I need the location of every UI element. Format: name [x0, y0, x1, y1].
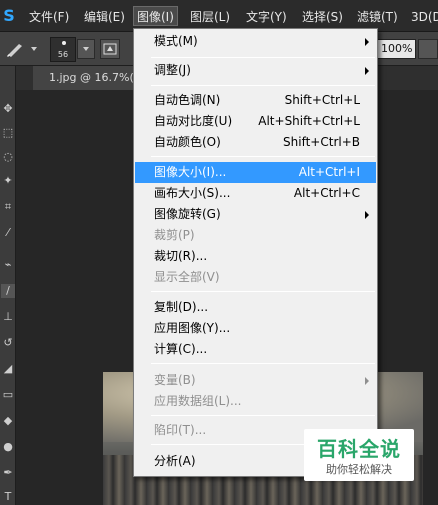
history-brush-tool-icon[interactable]: ↺: [1, 336, 15, 350]
brush-dropdown-button[interactable]: [77, 39, 95, 59]
menu-item-auto-color[interactable]: 自动颜色(O) Shift+Ctrl+B: [135, 132, 376, 153]
menu-image[interactable]: 图像(I): [133, 6, 178, 26]
menu-item-auto-contrast[interactable]: 自动对比度(U) Alt+Shift+Ctrl+L: [135, 111, 376, 132]
menu-item-canvas-size[interactable]: 画布大小(S)... Alt+Ctrl+C: [135, 183, 376, 204]
menu-item-calculations[interactable]: 计算(C)...: [135, 339, 376, 360]
eyedropper-tool-icon[interactable]: ⁄: [1, 226, 15, 240]
menu-type[interactable]: 文字(Y): [246, 7, 287, 27]
menu-item-adjustments[interactable]: 调整(J): [135, 60, 376, 81]
flow-zoom-field[interactable]: 100%: [376, 39, 416, 59]
menu-file[interactable]: 文件(F): [29, 7, 69, 27]
menu-separator: [151, 156, 375, 157]
menu-layer[interactable]: 图层(L): [190, 7, 230, 27]
menu-item-apply-data-set[interactable]: 应用数据组(L)...: [135, 391, 376, 412]
crop-tool-icon[interactable]: ⌗: [1, 200, 15, 214]
brush-size-value: 56: [57, 50, 69, 59]
brush-preset-caret-icon[interactable]: [31, 47, 37, 51]
move-tool-icon[interactable]: ✥: [1, 102, 15, 116]
brush-panel-toggle-button[interactable]: [100, 39, 120, 59]
marquee-tool-icon[interactable]: ⬚: [1, 126, 15, 140]
healing-brush-tool-icon[interactable]: ⌁: [1, 258, 15, 272]
blur-tool-icon[interactable]: ◆: [1, 414, 15, 428]
menu-item-duplicate[interactable]: 复制(D)...: [135, 297, 376, 318]
brush-tool-icon[interactable]: [5, 40, 27, 58]
menu-item-apply-image[interactable]: 应用图像(Y)...: [135, 318, 376, 339]
menu-separator: [151, 85, 375, 86]
photoshop-logo-icon: S: [3, 6, 15, 25]
tools-panel: ✥ ⬚ ◌ ✦ ⌗ ⁄ ⌁ / ⊥ ↺ ◢ ▭ ◆ ● ✒ T: [0, 66, 16, 505]
watermark-subtitle: 助你轻松解决: [326, 463, 392, 476]
brush-tip-icon: [62, 41, 66, 45]
menu-item-reveal-all[interactable]: 显示全部(V): [135, 267, 376, 288]
eraser-tool-icon[interactable]: ◢: [1, 362, 15, 376]
menu-separator: [151, 363, 375, 364]
submenu-arrow-icon: [365, 67, 369, 75]
chevron-down-icon: [83, 47, 89, 51]
magic-wand-tool-icon[interactable]: ✦: [1, 174, 15, 188]
image-menu-dropdown: 模式(M) 调整(J) 自动色调(N) Shift+Ctrl+L 自动对比度(U…: [133, 28, 378, 477]
submenu-arrow-icon: [365, 38, 369, 46]
submenu-arrow-icon: [365, 377, 369, 385]
type-tool-icon[interactable]: T: [1, 490, 15, 504]
lasso-tool-icon[interactable]: ◌: [1, 150, 15, 164]
menu-3d[interactable]: 3D(D: [411, 7, 438, 27]
dodge-tool-icon[interactable]: ●: [1, 440, 15, 454]
zoom-dropdown-button[interactable]: [418, 39, 438, 59]
watermark-logo: 百科全说 助你轻松解决: [304, 429, 414, 481]
menu-item-auto-tone[interactable]: 自动色调(N) Shift+Ctrl+L: [135, 90, 376, 111]
watermark-title: 百科全说: [317, 437, 401, 461]
menu-item-trim[interactable]: 裁切(R)...: [135, 246, 376, 267]
menu-item-variables[interactable]: 变量(B): [135, 370, 376, 391]
gradient-tool-icon[interactable]: ▭: [1, 388, 15, 402]
menu-item-image-size[interactable]: 图像大小(I)... Alt+Ctrl+I: [135, 162, 376, 183]
stamp-tool-icon[interactable]: ⊥: [1, 310, 15, 324]
menu-filter[interactable]: 滤镜(T): [357, 7, 398, 27]
menu-item-mode[interactable]: 模式(M): [135, 31, 376, 52]
menu-item-image-rotation[interactable]: 图像旋转(G): [135, 204, 376, 225]
submenu-arrow-icon: [365, 211, 369, 219]
menu-separator: [151, 415, 375, 416]
menu-separator: [151, 57, 375, 58]
menu-select[interactable]: 选择(S): [302, 7, 343, 27]
brush-tool-icon[interactable]: /: [1, 284, 15, 298]
menu-item-crop[interactable]: 裁剪(P): [135, 225, 376, 246]
pen-tool-icon[interactable]: ✒: [1, 466, 15, 480]
menu-separator: [151, 291, 375, 292]
brush-size-picker[interactable]: 56: [50, 37, 76, 62]
menu-edit[interactable]: 编辑(E): [84, 7, 125, 27]
